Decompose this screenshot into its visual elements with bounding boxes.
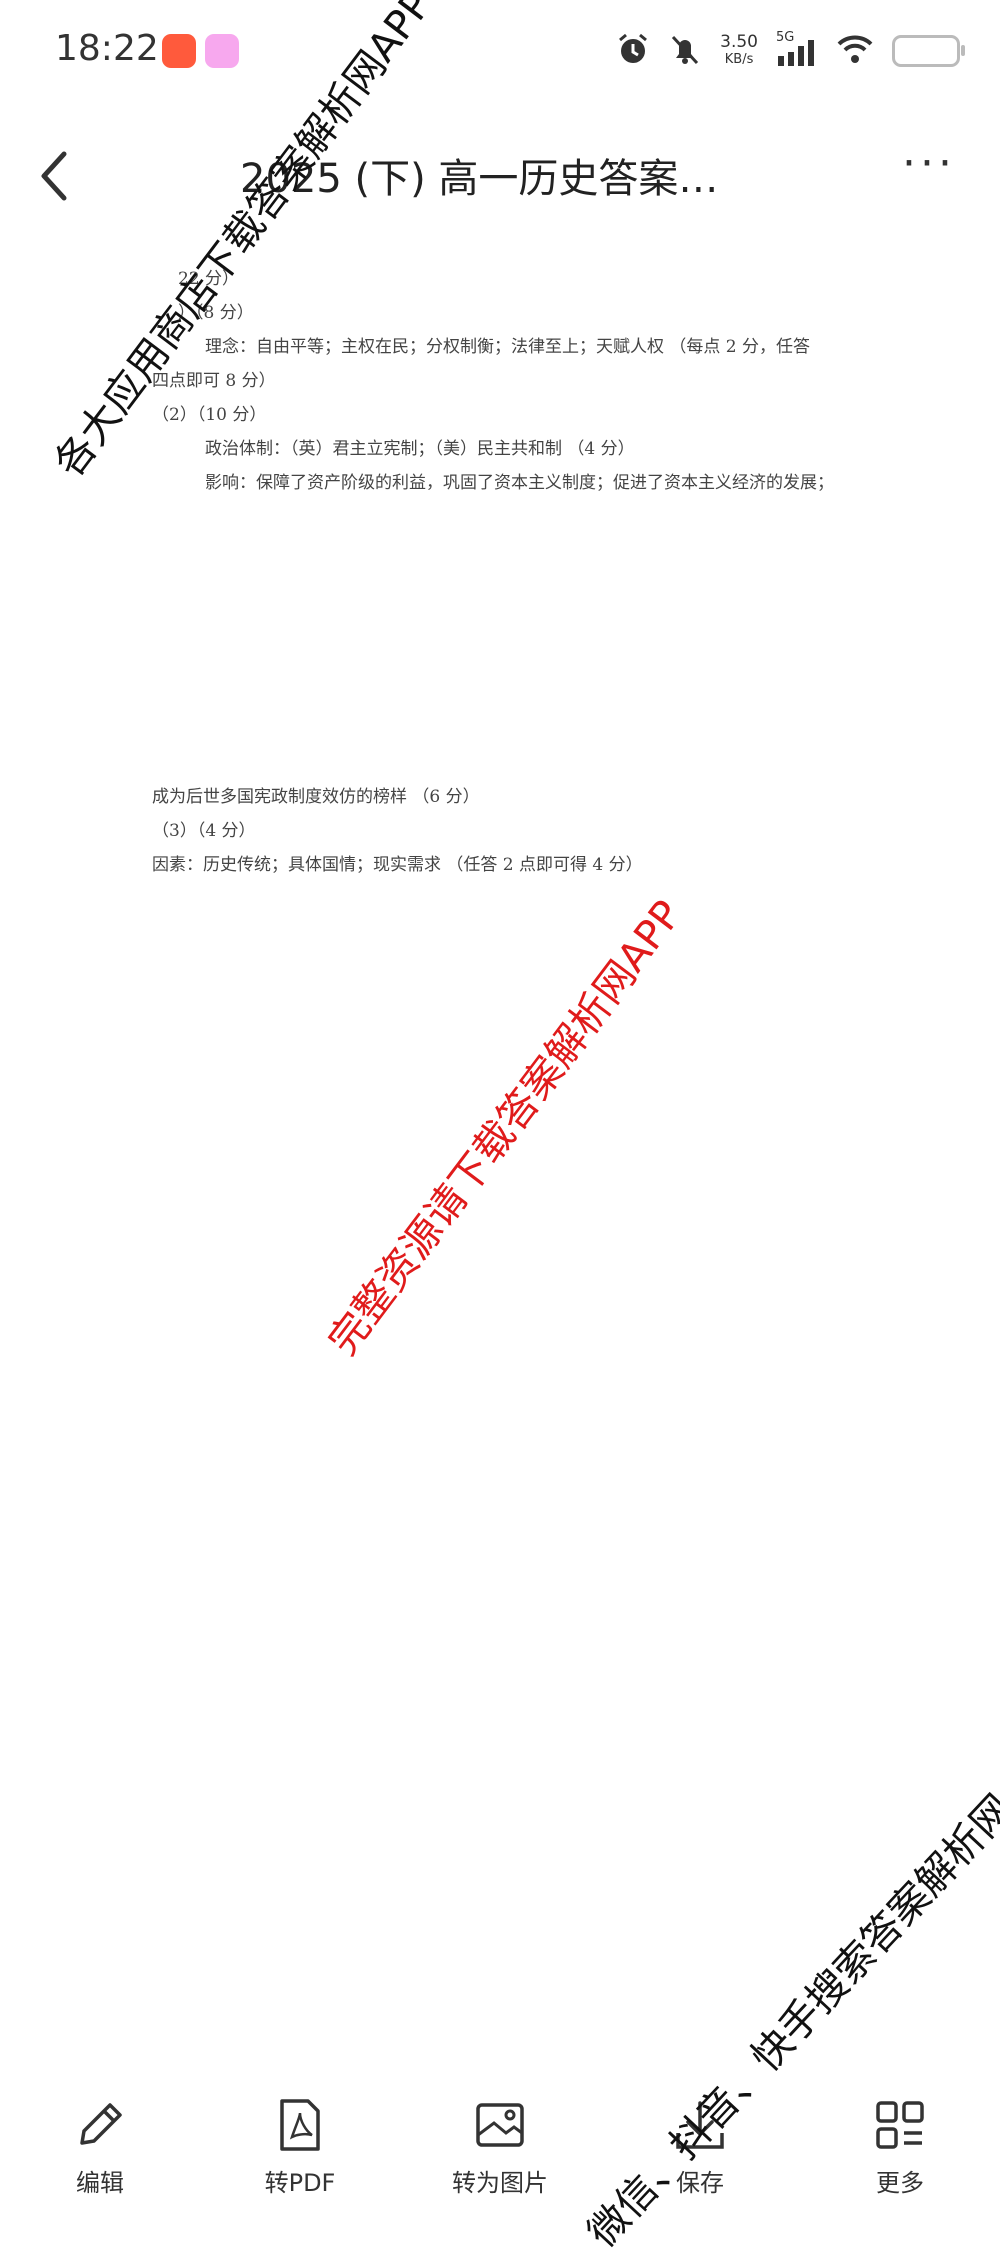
chevron-left-icon[interactable]	[30, 146, 80, 206]
convert-image-button[interactable]: 转为图片	[430, 2075, 570, 2198]
mute-bell-icon	[668, 32, 702, 70]
document-line: （2）（10 分）	[152, 405, 267, 425]
grid-icon	[870, 2095, 930, 2155]
net-speed-unit: KB/s	[724, 52, 754, 67]
document-line: 理念：自由平等；主权在民；分权制衡；法律至上；天赋人权 （每点 2 分，任答	[205, 337, 811, 357]
signal-icon: 5G	[776, 30, 818, 68]
convert-image-label: 转为图片	[452, 2169, 548, 2197]
document-line: 政治体制：（英）君主立宪制；（美）民主共和制 （4 分）	[205, 439, 635, 459]
edit-button[interactable]: 编辑	[30, 2075, 170, 2198]
app-header: 2025 (下) 高一历史答案… ···	[0, 130, 1000, 230]
net-speed: 3.50 KB/s	[720, 33, 758, 69]
edit-label: 编辑	[76, 2169, 124, 2197]
document-line: （3）（4 分）	[152, 821, 256, 841]
more-label: 更多	[876, 2169, 924, 2197]
battery-icon	[892, 35, 965, 67]
convert-pdf-label: 转PDF	[264, 2169, 336, 2197]
document-line: 因素：历史传统；具体国情；现实需求 （任答 2 点即可得 4 分）	[152, 855, 643, 875]
more-horizontal-icon[interactable]: ···	[894, 142, 964, 202]
alarm-icon	[616, 32, 650, 70]
document-line: 影响：保障了资产阶级的利益，巩固了资本主义制度；促进了资本主义经济的发展；	[205, 473, 834, 493]
document-line: 成为后世多国宪政制度效仿的榜样 （6 分）	[152, 787, 480, 807]
wifi-icon	[836, 33, 874, 69]
bottom-toolbar: 编辑 转PDF 转为图片 保存 更多	[0, 2075, 1000, 2222]
notification-app-icon	[205, 34, 239, 68]
notification-app-icon	[162, 34, 196, 68]
convert-pdf-button[interactable]: 转PDF	[230, 2075, 370, 2198]
pencil-icon	[70, 2095, 130, 2155]
image-icon	[470, 2095, 530, 2155]
net-speed-value: 3.50	[720, 32, 758, 52]
status-bar: 18:22 3.50 KB/s 5G	[0, 0, 1000, 110]
more-button[interactable]: 更多	[830, 2075, 970, 2198]
pdf-file-icon	[270, 2095, 330, 2155]
status-time: 18:22	[55, 28, 159, 69]
